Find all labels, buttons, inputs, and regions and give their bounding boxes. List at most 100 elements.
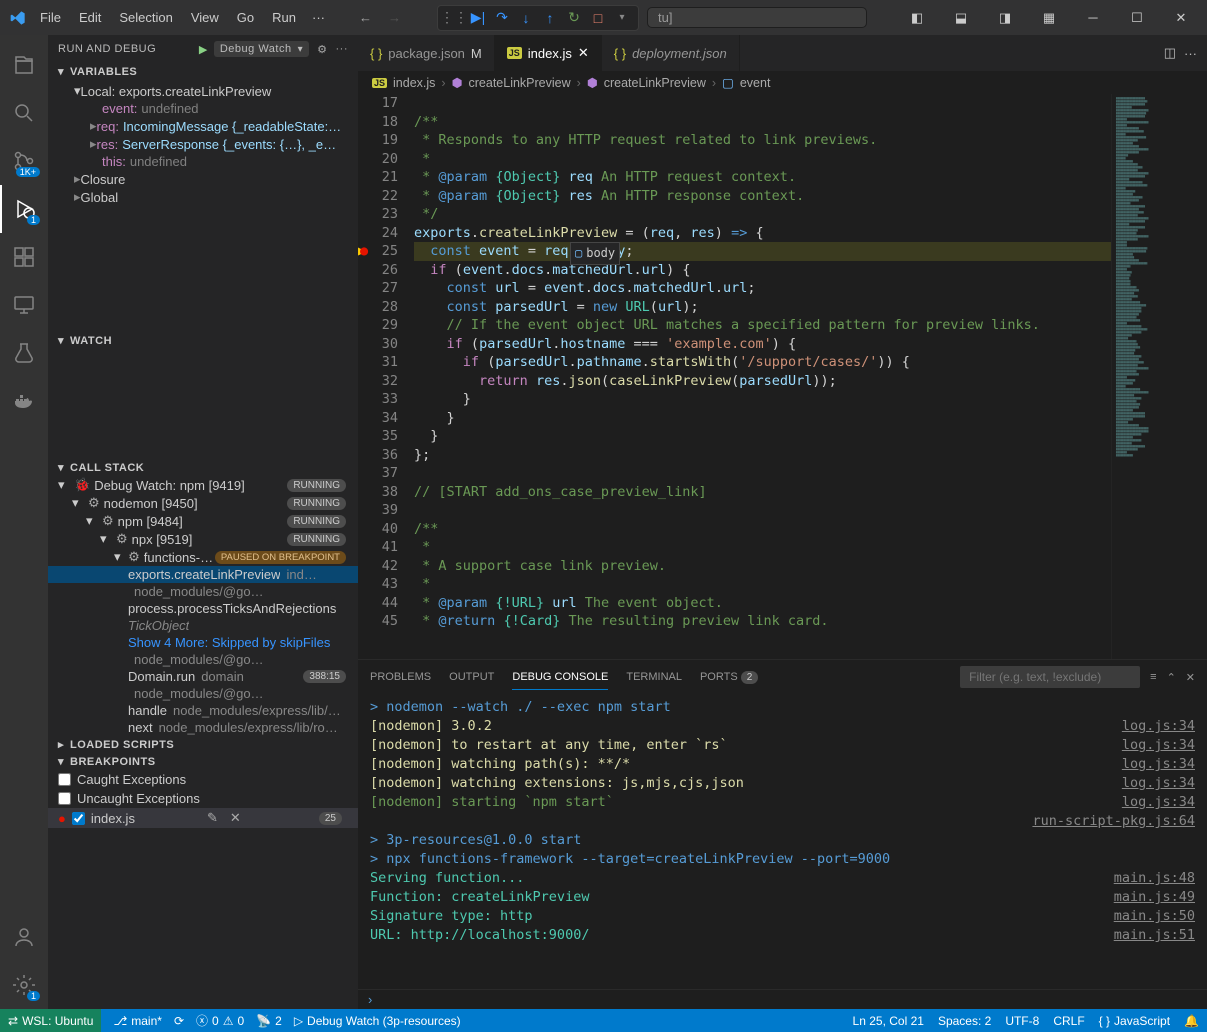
callstack-row[interactable]: ▾⚙npx [9519]RUNNING (48, 530, 358, 548)
code-editor[interactable]: 1718192021222324▶●2526272829303132333435… (358, 94, 1207, 659)
status-language[interactable]: { } JavaScript (1099, 1014, 1170, 1028)
console-source-link[interactable]: log.js:34 (1122, 717, 1195, 736)
debug-console-output[interactable]: > nodemon --watch ./ --exec npm start[no… (358, 694, 1207, 989)
tab-debug-console[interactable]: DEBUG CONSOLE (512, 665, 608, 690)
tab-output[interactable]: OUTPUT (449, 665, 494, 689)
start-debug-icon[interactable]: ▶ (199, 43, 208, 56)
drag-handle-icon[interactable]: ⋮⋮ (444, 8, 464, 28)
intellisense-popup[interactable]: ▢body (570, 242, 620, 265)
editor-tab[interactable]: JSindex.js✕ (495, 35, 602, 71)
console-source-link[interactable]: log.js:34 (1122, 774, 1195, 793)
section-loaded-scripts[interactable]: ▸LOADED SCRIPTS (48, 736, 358, 753)
settings-icon[interactable]: 1 (0, 961, 48, 1009)
tab-terminal[interactable]: TERMINAL (626, 665, 682, 689)
window-maximize-icon[interactable]: ☐ (1115, 1, 1159, 35)
callstack-row[interactable]: ▾⚙functions-fra…PAUSED ON BREAKPOINT (48, 548, 358, 566)
docker-icon[interactable] (0, 377, 48, 425)
status-branch[interactable]: ⎇main* (113, 1014, 162, 1028)
console-source-link[interactable]: main.js:50 (1114, 907, 1195, 926)
console-source-link[interactable]: log.js:34 (1122, 736, 1195, 755)
scope-closure[interactable]: ▸ Closure (48, 170, 358, 188)
status-remote[interactable]: ⇄WSL: Ubuntu (0, 1009, 101, 1032)
window-minimize-icon[interactable]: ─ (1071, 1, 1115, 35)
console-source-link[interactable]: run-script-pkg.js:64 (1032, 812, 1195, 831)
launch-config-dropdown[interactable]: Debug Watch ▾ (214, 41, 309, 57)
callstack-row[interactable]: node_modules/@go… (48, 651, 358, 668)
console-filter-input[interactable] (960, 666, 1140, 688)
gear-icon[interactable]: ⚙ (317, 43, 327, 56)
remove-icon[interactable]: ✕ (230, 810, 241, 826)
menu-go[interactable]: Go (229, 6, 262, 29)
debug-console-input[interactable]: › (358, 989, 1207, 1009)
tab-problems[interactable]: PROBLEMS (370, 665, 431, 689)
menu-file[interactable]: File (32, 6, 69, 29)
split-editor-icon[interactable]: ◫ (1164, 45, 1176, 61)
edit-icon[interactable]: ✎ (207, 810, 218, 826)
tab-ports[interactable]: PORTS 2 (700, 665, 764, 689)
editor-tab[interactable]: { }package.jsonM (358, 35, 495, 71)
restart-icon[interactable]: ↻ (564, 8, 584, 28)
run-debug-icon[interactable]: 1 (0, 185, 48, 233)
status-sync[interactable]: ⟳ (174, 1014, 184, 1028)
variable-row[interactable]: event: undefined (48, 100, 358, 117)
bp-file[interactable]: ● index.js ✎ ✕ 25 (48, 808, 358, 828)
more-icon[interactable]: ··· (336, 43, 349, 55)
menu-run[interactable]: Run (264, 6, 304, 29)
console-source-link[interactable]: main.js:51 (1114, 926, 1195, 945)
console-source-link[interactable]: log.js:34 (1122, 793, 1195, 812)
status-position[interactable]: Ln 25, Col 21 (853, 1014, 924, 1028)
remote-explorer-icon[interactable] (0, 281, 48, 329)
breadcrumb[interactable]: JS index.js› ⬢createLinkPreview› ⬢create… (358, 71, 1207, 94)
menu-overflow[interactable]: ··· (304, 6, 333, 29)
step-out-icon[interactable]: ↑ (540, 8, 560, 28)
step-over-icon[interactable]: ↷ (492, 8, 512, 28)
command-center[interactable]: tu] (647, 7, 867, 28)
variable-row[interactable]: this: undefined (48, 153, 358, 170)
status-ports[interactable]: 📡 2 (256, 1014, 282, 1028)
window-close-icon[interactable]: ✕ (1159, 1, 1203, 35)
console-source-link[interactable]: log.js:34 (1122, 755, 1195, 774)
callstack-row[interactable]: nextnode_modules/express/lib/ro… (48, 719, 358, 736)
console-source-link[interactable]: main.js:49 (1114, 888, 1195, 907)
accounts-icon[interactable] (0, 913, 48, 961)
extensions-icon[interactable] (0, 233, 48, 281)
callstack-row[interactable]: TickObject (48, 617, 358, 634)
menu-selection[interactable]: Selection (111, 6, 180, 29)
callstack-row[interactable]: exports.createLinkPreviewind… (48, 566, 358, 583)
nav-back-icon[interactable]: ← (351, 10, 380, 25)
callstack-row[interactable]: node_modules/@go… (48, 685, 358, 702)
section-callstack[interactable]: ▾CALL STACK (48, 459, 358, 476)
nav-forward-icon[interactable]: → (380, 10, 409, 25)
status-bell-icon[interactable]: 🔔 (1184, 1014, 1199, 1028)
variable-row[interactable]: ▸ res: ServerResponse {_events: {…}, _e… (48, 135, 358, 153)
status-errors[interactable]: ⓧ 0 ⚠ 0 (196, 1012, 244, 1029)
section-breakpoints[interactable]: ▾BREAKPOINTS (48, 753, 358, 770)
more-actions-icon[interactable]: ··· (1184, 46, 1197, 61)
close-tab-icon[interactable]: ✕ (578, 45, 589, 61)
status-debug[interactable]: ▷ Debug Watch (3p-resources) (294, 1014, 461, 1028)
callstack-row[interactable]: Domain.rundomain388:15 (48, 668, 358, 685)
filter-icon[interactable]: ≡ (1150, 671, 1156, 683)
debug-target-chevron-icon[interactable]: ▾ (612, 8, 632, 28)
status-eol[interactable]: CRLF (1053, 1014, 1084, 1028)
collapse-panel-icon[interactable]: ⌃ (1167, 671, 1176, 684)
callstack-row[interactable]: handlenode_modules/express/lib/… (48, 702, 358, 719)
layout-left-icon[interactable]: ◧ (895, 1, 939, 35)
callstack-row[interactable]: ▾🐞Debug Watch: npm [9419]RUNNING (48, 476, 358, 494)
menu-edit[interactable]: Edit (71, 6, 109, 29)
layout-customize-icon[interactable]: ▦ (1027, 1, 1071, 35)
layout-right-icon[interactable]: ◨ (983, 1, 1027, 35)
callstack-skipped[interactable]: Show 4 More: Skipped by skipFiles (48, 634, 358, 651)
callstack-row[interactable]: process.processTicksAndRejections (48, 600, 358, 617)
console-source-link[interactable]: main.js:48 (1114, 869, 1195, 888)
testing-icon[interactable] (0, 329, 48, 377)
bp-uncaught[interactable]: Uncaught Exceptions (48, 789, 358, 808)
callstack-row[interactable]: ▾⚙nodemon [9450]RUNNING (48, 494, 358, 512)
editor-tab[interactable]: { }deployment.json (602, 35, 740, 71)
callstack-row[interactable]: node_modules/@go… (48, 583, 358, 600)
menu-view[interactable]: View (183, 6, 227, 29)
bp-caught[interactable]: Caught Exceptions (48, 770, 358, 789)
step-into-icon[interactable]: ↓ (516, 8, 536, 28)
callstack-row[interactable]: ▾⚙npm [9484]RUNNING (48, 512, 358, 530)
minimap[interactable]: ████████████████████████████████████████… (1111, 94, 1207, 659)
